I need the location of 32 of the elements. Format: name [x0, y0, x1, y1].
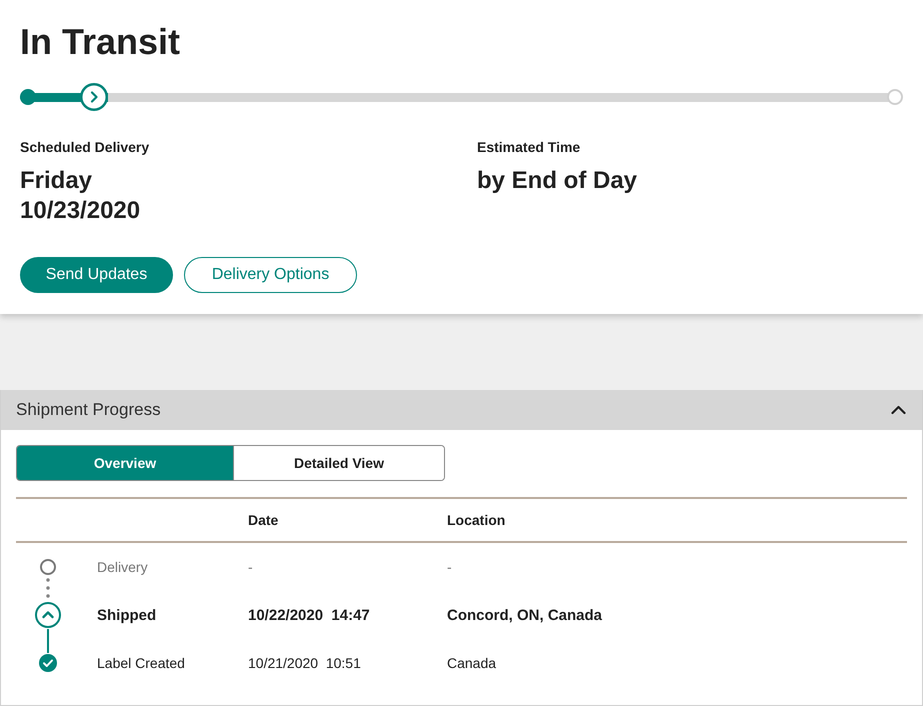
action-button[interactable]: Send Updates	[20, 257, 173, 293]
detail-value: Friday	[20, 166, 92, 196]
column-header: Date	[248, 512, 280, 528]
view-tab[interactable]: Detailed View	[233, 446, 444, 480]
table-cell-text: 10/22/2020 14:47	[248, 606, 371, 624]
table-cell: Concord, ON, Canada	[447, 606, 602, 624]
chevron-up-icon[interactable]	[891, 405, 906, 415]
action-button[interactable]: Delivery Options	[184, 257, 357, 293]
section-header[interactable]: Shipment Progress	[1, 390, 922, 430]
timeline-connector	[47, 629, 49, 653]
start-dot-icon	[20, 89, 36, 105]
table-cell: Canada	[447, 655, 496, 671]
detail-label: Estimated Time	[477, 138, 580, 156]
detail-value: by End of Day	[477, 166, 638, 196]
table-cell-text: Shipped	[97, 606, 158, 624]
table-cell-text: Label Created	[97, 655, 186, 671]
timeline-connector	[46, 576, 50, 601]
column-header: Location	[447, 512, 506, 528]
chevron-up-circle-icon	[35, 602, 61, 628]
view-tab[interactable]: Overview	[17, 446, 233, 480]
status-title: In Transit	[20, 22, 180, 62]
table-cell-text: -	[248, 559, 254, 575]
chevron-circle-icon	[80, 83, 108, 111]
table-cell: -	[447, 559, 452, 575]
open-circle-icon	[40, 559, 56, 575]
check-circle-icon	[39, 654, 57, 672]
table-cell-text: Delivery	[97, 559, 149, 575]
detail-value: 10/23/2020	[20, 196, 140, 226]
detail-label: Scheduled Delivery	[20, 138, 150, 156]
section-title: Shipment Progress	[16, 400, 161, 420]
end-circle-icon	[887, 89, 903, 105]
table-cell-text: 10/21/2020 10:51	[248, 655, 362, 671]
